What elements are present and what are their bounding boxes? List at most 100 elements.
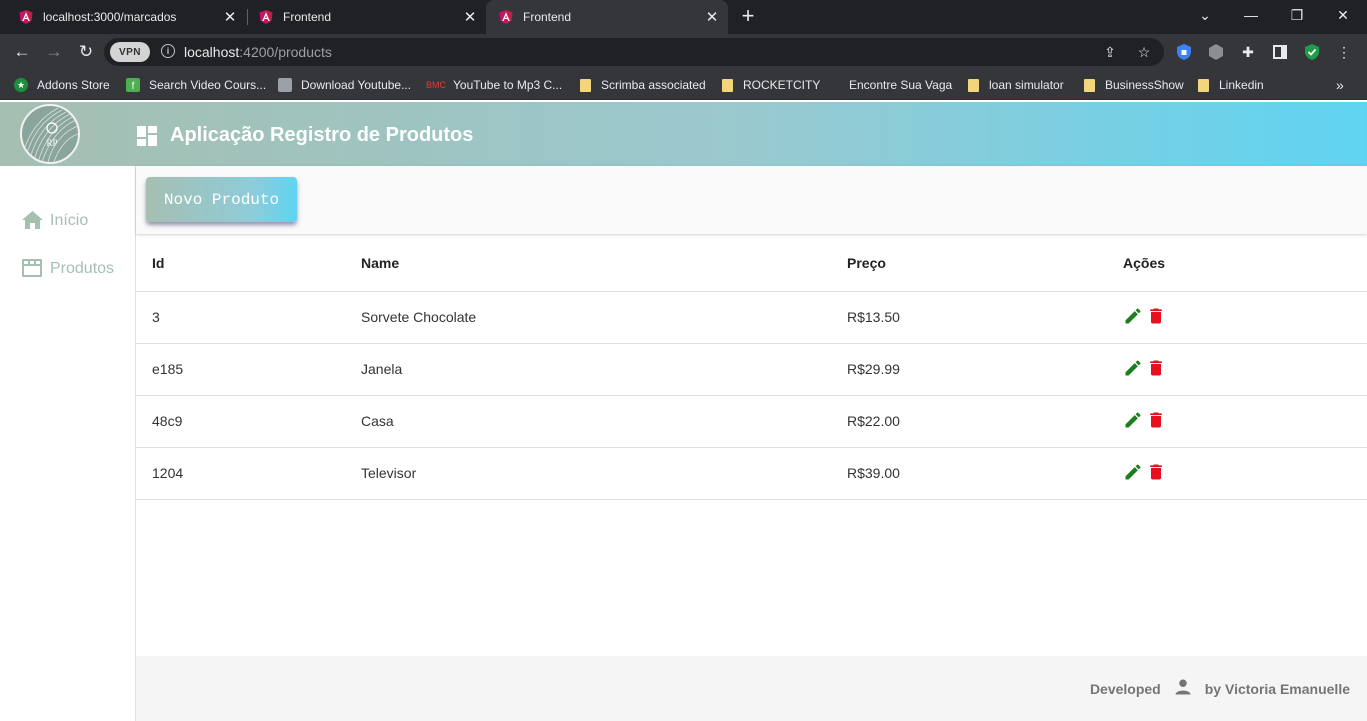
bookmark-item[interactable]: f Search Video Cours... bbox=[126, 76, 266, 94]
column-header-name[interactable]: Name bbox=[361, 236, 847, 292]
bookmark-label: Linkedin bbox=[1219, 78, 1264, 92]
bookmark-label: BusinessShow bbox=[1105, 78, 1184, 92]
products-table: Id Name Preço Ações 3 Sorvete Chocolate … bbox=[136, 236, 1367, 500]
home-icon bbox=[22, 211, 44, 231]
bookmarks-overflow-icon[interactable]: » bbox=[1336, 76, 1344, 94]
menu-kebab-icon[interactable]: ⋮ bbox=[1334, 42, 1354, 62]
column-header-price[interactable]: Preço bbox=[847, 236, 1123, 292]
new-product-button[interactable]: Novo Produto bbox=[146, 177, 297, 222]
angular-icon bbox=[18, 9, 34, 25]
app-logo: RP bbox=[20, 104, 80, 164]
bookmark-item[interactable]: loan simulator bbox=[966, 76, 1064, 94]
folder-icon bbox=[720, 78, 734, 92]
close-tab-icon[interactable]: ✕ bbox=[220, 7, 240, 27]
bookmark-item[interactable]: BusinessShow bbox=[1082, 76, 1184, 94]
bookmark-item[interactable]: Download Youtube... bbox=[278, 76, 411, 94]
close-window-icon[interactable]: ✕ bbox=[1320, 0, 1366, 30]
delete-icon[interactable] bbox=[1146, 409, 1166, 431]
bookmark-label: Download Youtube... bbox=[301, 78, 412, 92]
minimize-icon[interactable]: — bbox=[1228, 0, 1274, 30]
browser-tab-3-active[interactable]: Frontend ✕ bbox=[486, 0, 728, 34]
vpn-badge[interactable]: VPN bbox=[110, 42, 150, 62]
delete-icon[interactable] bbox=[1146, 461, 1166, 483]
sidebar-item-produtos[interactable]: Produtos bbox=[22, 259, 114, 279]
folder-icon bbox=[1082, 78, 1096, 92]
restore-icon[interactable]: ❐ bbox=[1274, 0, 1320, 30]
main-content: Novo Produto Id Name Preço Ações 3 Sorve… bbox=[136, 166, 1367, 721]
table-row: 3 Sorvete Chocolate R$13.50 bbox=[136, 291, 1367, 344]
tab-search-icon[interactable]: ⌄ bbox=[1182, 0, 1228, 30]
tab-title: localhost:3000/marcados bbox=[43, 10, 177, 24]
url-host: localhost bbox=[184, 44, 240, 60]
footer: Developed by Victoria Emanuelle bbox=[136, 656, 1367, 721]
download-site-icon bbox=[278, 78, 292, 92]
edit-icon[interactable] bbox=[1123, 462, 1143, 482]
bookmark-item[interactable]: BMC YouTube to Mp3 C... bbox=[426, 76, 563, 94]
edit-icon[interactable] bbox=[1123, 358, 1143, 378]
table-row: 48c9 Casa R$22.00 bbox=[136, 395, 1367, 448]
back-icon[interactable]: ← bbox=[10, 40, 34, 64]
addons-icon: ★ bbox=[14, 78, 28, 92]
sidebar-item-label: Produtos bbox=[50, 260, 115, 277]
folder-icon bbox=[966, 78, 980, 92]
browser-tab-1[interactable]: localhost:3000/marcados ✕ bbox=[0, 0, 246, 34]
cell-id: e185 bbox=[136, 343, 361, 396]
close-tab-icon[interactable]: ✕ bbox=[702, 7, 722, 27]
action-bar: Novo Produto bbox=[136, 166, 1367, 234]
bookmark-item[interactable]: ROCKETCITY bbox=[720, 76, 820, 94]
folder-icon bbox=[578, 78, 592, 92]
cell-actions bbox=[1123, 447, 1367, 500]
cell-name: Casa bbox=[361, 395, 847, 448]
footer-developed: Developed bbox=[1089, 680, 1161, 697]
share-icon[interactable]: ⇪ bbox=[1100, 42, 1120, 62]
bookmark-label: YouTube to Mp3 C... bbox=[453, 78, 563, 92]
cell-name: Janela bbox=[361, 343, 847, 396]
sidebar-item-inicio[interactable]: Início bbox=[22, 211, 88, 231]
app-header: RP Aplicação Registro de Produtos bbox=[0, 102, 1367, 166]
angular-icon bbox=[258, 9, 274, 25]
cell-price: R$29.99 bbox=[847, 343, 1123, 396]
edit-icon[interactable] bbox=[1123, 306, 1143, 326]
browser-tab-2[interactable]: Frontend ✕ bbox=[240, 0, 486, 34]
edit-icon[interactable] bbox=[1123, 410, 1143, 430]
cell-price: R$22.00 bbox=[847, 395, 1123, 448]
bookmark-item[interactable]: Encontre Sua Vaga bbox=[826, 76, 952, 94]
new-tab-icon[interactable]: + bbox=[737, 5, 759, 27]
svg-text:RP: RP bbox=[46, 138, 57, 148]
site-icon bbox=[826, 78, 840, 92]
extensions-puzzle-icon[interactable]: ✚ bbox=[1238, 42, 1258, 62]
extension-shield-icon[interactable] bbox=[1174, 42, 1194, 62]
side-panel-icon[interactable] bbox=[1270, 42, 1290, 62]
forward-icon[interactable]: → bbox=[42, 40, 66, 64]
url-text[interactable]: localhost:4200/products bbox=[184, 44, 332, 60]
bookmark-label: Addons Store bbox=[37, 78, 110, 92]
cell-actions bbox=[1123, 395, 1367, 448]
bookmark-item[interactable]: ★ Addons Store bbox=[14, 76, 110, 94]
delete-icon[interactable] bbox=[1146, 305, 1166, 327]
bookmarks-bar: ★ Addons Store f Search Video Cours... Dow… bbox=[0, 70, 1367, 100]
column-header-id[interactable]: Id bbox=[136, 236, 361, 292]
bookmark-label: Scrimba associated bbox=[601, 78, 706, 92]
folder-icon bbox=[1196, 78, 1210, 92]
bookmark-item[interactable]: Scrimba associated bbox=[578, 76, 706, 94]
profile-shield-icon[interactable] bbox=[1302, 42, 1322, 62]
site-info-icon[interactable]: i bbox=[161, 44, 175, 58]
cell-id: 3 bbox=[136, 291, 361, 344]
bookmark-label: ROCKETCITY bbox=[743, 78, 821, 92]
close-tab-icon[interactable]: ✕ bbox=[460, 7, 480, 27]
angular-icon bbox=[498, 9, 514, 25]
reload-icon[interactable]: ↻ bbox=[74, 40, 98, 64]
tab-title: Frontend bbox=[283, 10, 332, 24]
bookmark-item[interactable]: Linkedin bbox=[1196, 76, 1264, 94]
delete-icon[interactable] bbox=[1146, 357, 1166, 379]
bookmark-star-icon[interactable]: ☆ bbox=[1134, 42, 1154, 62]
column-header-actions: Ações bbox=[1123, 236, 1367, 292]
page-title: Aplicação Registro de Produtos bbox=[137, 124, 473, 147]
extension-badge-icon[interactable] bbox=[1206, 42, 1226, 62]
page-title-text: Aplicação Registro de Produtos bbox=[170, 124, 474, 146]
cell-price: R$39.00 bbox=[847, 447, 1123, 500]
address-bar[interactable]: VPN i localhost:4200/products ⇪ ☆ bbox=[104, 38, 1164, 66]
sidebar: Início Produtos bbox=[0, 166, 136, 721]
bookmark-label: Search Video Cours... bbox=[149, 78, 267, 92]
cell-name: Sorvete Chocolate bbox=[361, 291, 847, 344]
